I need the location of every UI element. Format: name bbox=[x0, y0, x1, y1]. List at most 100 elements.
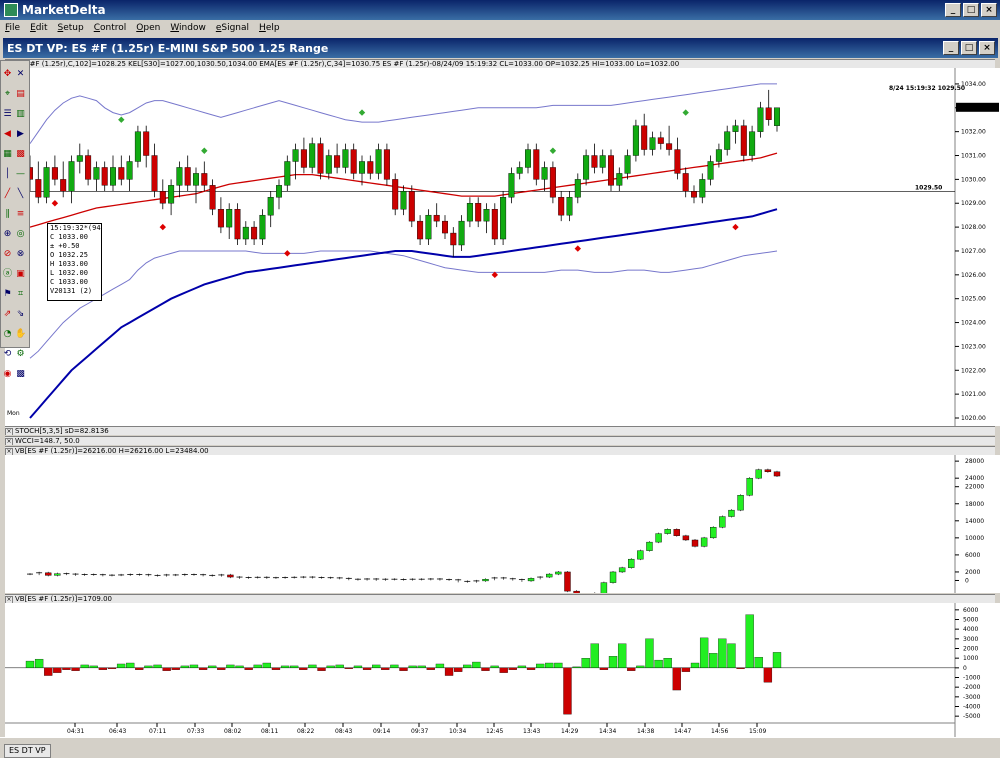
price-candle bbox=[309, 143, 316, 168]
vb-candle bbox=[546, 573, 553, 578]
vb2-bar bbox=[481, 667, 490, 671]
chart-close-button[interactable]: × bbox=[979, 41, 995, 55]
drawing-tool-icon[interactable]: ▩ bbox=[15, 149, 26, 160]
app-icon bbox=[4, 3, 18, 17]
drawing-tool-icon[interactable]: ≡ bbox=[15, 209, 26, 220]
menu-file[interactable]: File bbox=[0, 23, 25, 33]
drawing-tool-icon[interactable]: ⓐ bbox=[2, 269, 13, 280]
vb2-tick-label: -2000 bbox=[963, 684, 981, 691]
time-tick-label: 04:31 bbox=[67, 728, 84, 735]
drawing-tool-icon[interactable]: ◎ bbox=[15, 229, 26, 240]
price-candle bbox=[475, 203, 482, 222]
price-candle bbox=[276, 185, 283, 198]
menu-setup[interactable]: Setup bbox=[53, 23, 89, 33]
price-candle bbox=[649, 137, 656, 150]
drawing-tool-icon[interactable]: ▶ bbox=[15, 129, 26, 140]
vb2-bar bbox=[362, 667, 372, 670]
vb-candle bbox=[564, 571, 571, 592]
drawing-tool-icon[interactable]: │ bbox=[2, 169, 13, 180]
menu-open[interactable]: Open bbox=[131, 23, 165, 33]
vb2-bar bbox=[189, 664, 199, 668]
vb2-bar bbox=[326, 665, 335, 668]
vb-tick-label: 22000 bbox=[965, 484, 984, 491]
vb2-bar bbox=[299, 667, 308, 670]
price-candle bbox=[35, 179, 42, 198]
drawing-tool-icon[interactable]: ⌗ bbox=[15, 289, 26, 300]
vb2-bar bbox=[372, 664, 381, 668]
drawing-tool-icon[interactable]: ⇗ bbox=[2, 309, 13, 320]
vb2-bar bbox=[508, 667, 517, 670]
price-pane[interactable]: 1034.001033.001032.001031.001030.001029.… bbox=[5, 68, 1000, 426]
price-candle bbox=[608, 155, 615, 186]
vb2-bar bbox=[353, 665, 363, 668]
chart-maximize-button[interactable]: □ bbox=[961, 41, 977, 55]
price-tick-label: 1023.00 bbox=[961, 343, 986, 350]
vb2-close-icon[interactable]: × bbox=[5, 596, 13, 603]
drawing-tool-icon[interactable]: ◉ bbox=[2, 369, 13, 380]
vb2-pane-header: × VB[ES #F (1.25r)]=1709.00 bbox=[5, 594, 995, 603]
info-time: 15:19:32*(94 bbox=[50, 224, 101, 232]
menu-help[interactable]: Help bbox=[254, 23, 285, 33]
menu-esignal[interactable]: eSignal bbox=[211, 23, 254, 33]
close-button[interactable]: × bbox=[981, 3, 997, 17]
drawing-tool-icon[interactable]: ⇘ bbox=[15, 309, 26, 320]
drawing-tool-icon[interactable]: ✥ bbox=[2, 69, 13, 80]
vb-pane[interactable]: 28000 24000 22000 18000 14000 10000 6000 2000 0 bbox=[5, 455, 1000, 599]
menu-window[interactable]: Window bbox=[165, 23, 211, 33]
vb-close-icon[interactable]: × bbox=[5, 448, 13, 455]
chart-minimize-button[interactable]: _ bbox=[943, 41, 959, 55]
price-tick-label: 1028.00 bbox=[961, 224, 986, 231]
drawing-tool-icon[interactable]: ⊘ bbox=[2, 249, 13, 260]
price-tick-label: 1026.00 bbox=[961, 272, 986, 279]
drawing-tool-icon[interactable]: ⚑ bbox=[2, 289, 13, 300]
vb-chart[interactable]: 28000 24000 22000 18000 14000 10000 6000 20000 bbox=[5, 455, 1000, 599]
app-title: MarketDelta bbox=[22, 3, 106, 17]
vb2-tick-label: 4000 bbox=[963, 626, 978, 633]
vb2-bar bbox=[654, 659, 663, 668]
drawing-tool-icon[interactable]: ✋ bbox=[15, 329, 26, 340]
drawing-tool-icon[interactable]: ╲ bbox=[15, 189, 26, 200]
drawing-tool-icon[interactable]: ╱ bbox=[2, 189, 13, 200]
time-tick-label: 08:22 bbox=[297, 728, 314, 735]
stoch-close-icon[interactable]: × bbox=[5, 428, 13, 435]
price-tick-label: 1029.00 bbox=[961, 200, 986, 207]
vb2-tick-label: 5000 bbox=[963, 617, 978, 624]
price-candle bbox=[251, 226, 258, 240]
drawing-tool-icon[interactable]: ⌖ bbox=[2, 89, 13, 100]
drawing-tool-icon[interactable]: ⊗ bbox=[15, 249, 26, 260]
drawing-tool-icon[interactable]: ▩ bbox=[15, 369, 26, 380]
drawing-tool-icon[interactable]: ✕ bbox=[15, 69, 26, 80]
drawing-tool-icon[interactable]: ☰ bbox=[2, 109, 13, 120]
price-candle bbox=[151, 155, 158, 192]
drawing-tool-icon[interactable]: ⊕ bbox=[2, 229, 13, 240]
drawing-tool-icon[interactable]: ⟲ bbox=[2, 349, 13, 360]
chart-tab[interactable]: ES DT VP bbox=[4, 744, 51, 758]
price-pane-header: MA[ES #F (1.25r),C,102]=1028.25 KEL[S30]… bbox=[5, 59, 995, 68]
drawing-tool-icon[interactable]: — bbox=[15, 169, 26, 180]
cci-close-icon[interactable]: × bbox=[5, 438, 13, 445]
last-price-label: 1033.00 bbox=[961, 105, 986, 112]
time-tick-label: 15:09 bbox=[749, 728, 766, 735]
drawing-tool-icon[interactable]: ∥ bbox=[2, 209, 13, 220]
vb2-bar bbox=[472, 661, 481, 668]
vb2-tick-label: 3000 bbox=[963, 636, 978, 643]
price-candle bbox=[317, 143, 324, 174]
drawing-tool-icon[interactable]: ◔ bbox=[2, 329, 13, 340]
drawing-tool-icon[interactable]: ⚙ bbox=[15, 349, 26, 360]
minimize-button[interactable]: _ bbox=[945, 3, 961, 17]
drawing-tool-icon[interactable]: ▥ bbox=[15, 109, 26, 120]
vb2-chart[interactable]: 6000 5000 4000 3000 2000 1000 0 -1000 -2000 -3000… bbox=[5, 603, 1000, 737]
vb-tick-label: 18000 bbox=[965, 501, 984, 508]
price-candle bbox=[417, 220, 424, 240]
vb-candle bbox=[700, 537, 708, 547]
drawing-tool-icon[interactable]: ◀ bbox=[2, 129, 13, 140]
maximize-button[interactable]: □ bbox=[963, 3, 979, 17]
price-candle bbox=[508, 173, 515, 198]
drawing-tool-icon[interactable]: ▣ bbox=[15, 269, 26, 280]
price-chart[interactable]: 1034.001033.001032.001031.001030.001029.… bbox=[5, 68, 1000, 426]
vb2-pane[interactable]: 6000 5000 4000 3000 2000 1000 0 -1000 -2000 -3000… bbox=[5, 603, 1000, 737]
drawing-tool-icon[interactable]: ▤ bbox=[15, 89, 26, 100]
drawing-tool-icon[interactable]: ▦ bbox=[2, 149, 13, 160]
menu-control[interactable]: Control bbox=[89, 23, 132, 33]
menu-edit[interactable]: Edit bbox=[25, 23, 52, 33]
